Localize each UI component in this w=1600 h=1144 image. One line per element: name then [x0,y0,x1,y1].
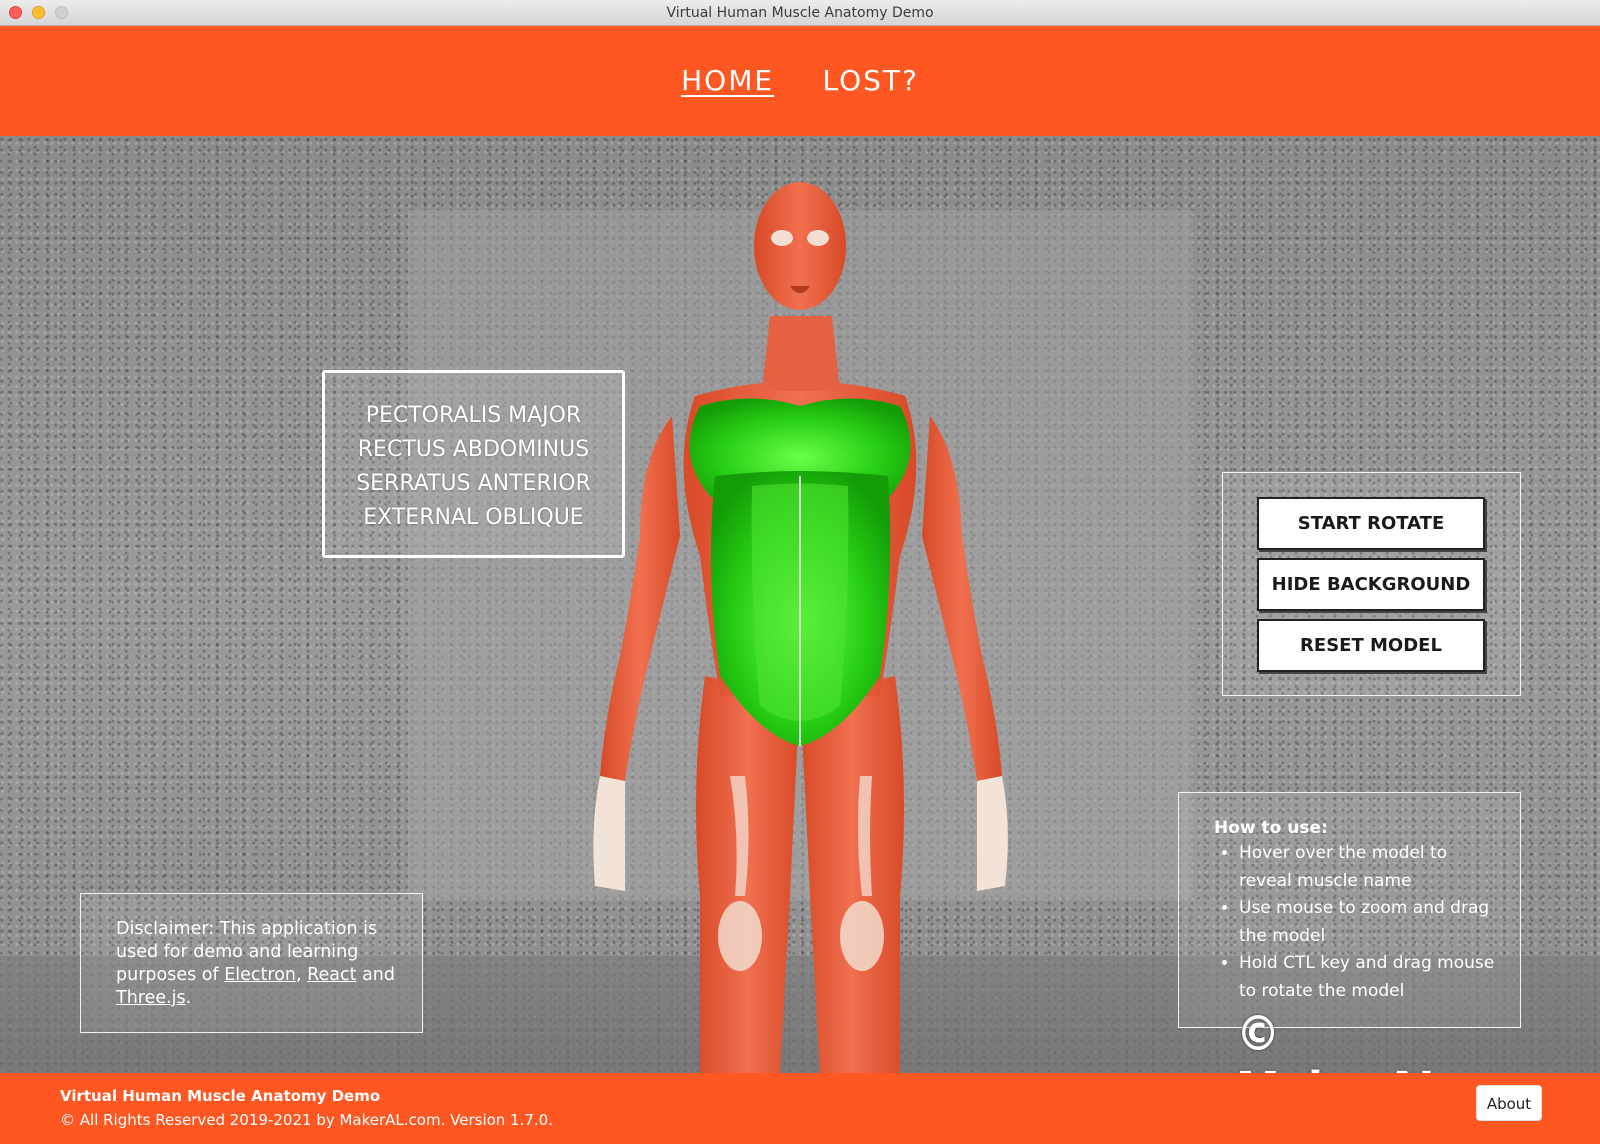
threejs-link[interactable]: Three.js [116,988,186,1008]
how-to-use-title: How to use: [1214,818,1328,838]
controls-panel: START ROTATE HIDE BACKGROUND RESET MODEL [1222,472,1521,696]
hide-background-button[interactable]: HIDE BACKGROUND [1257,558,1485,611]
reset-model-button[interactable]: RESET MODEL [1257,619,1485,672]
react-link[interactable]: React [307,965,356,985]
footer-copyright: © All Rights Reserved 2019-2021 by Maker… [60,1111,553,1129]
muscle-name: SERRATUS ANTERIOR [356,471,591,496]
watermark: © MakerAL.com [1236,1006,1562,1073]
footer-title: Virtual Human Muscle Anatomy Demo [60,1087,381,1105]
muscle-name: PECTORALIS MAJOR [365,403,582,428]
disclaimer-period: . [185,988,192,1008]
footer: Virtual Human Muscle Anatomy Demo © All … [0,1073,1600,1144]
muscle-name: EXTERNAL OBLIQUE [363,505,584,530]
list-item: Hover over the model to reveal muscle na… [1239,840,1500,895]
how-to-use-panel: How to use: Hover over the model to reve… [1178,792,1521,1028]
header-nav: HOME LOST? [0,26,1600,136]
head [754,182,846,391]
disclaimer-separator: and [356,965,395,985]
muscle-name: RECTUS ABDOMINUS [357,437,590,462]
title-bar: Virtual Human Muscle Anatomy Demo [0,0,1600,26]
nav-home-link[interactable]: HOME [681,64,774,97]
window-title: Virtual Human Muscle Anatomy Demo [666,5,934,21]
3d-viewport[interactable]: PECTORALIS MAJOR RECTUS ABDOMINUS SERRAT… [0,136,1600,1073]
nav-lost-link[interactable]: LOST? [823,64,919,97]
list-item: Use mouse to zoom and drag the model [1239,895,1500,950]
electron-link[interactable]: Electron [224,965,296,985]
disclaimer-separator: , [296,965,308,985]
hovered-muscle-panel: PECTORALIS MAJOR RECTUS ABDOMINUS SERRAT… [322,370,625,558]
about-button[interactable]: About [1476,1085,1542,1121]
start-rotate-button[interactable]: START ROTATE [1257,497,1485,550]
list-item: Hold CTL key and drag mouse to rotate th… [1239,950,1500,1005]
nav-links: HOME LOST? [0,64,1600,97]
app-window: Virtual Human Muscle Anatomy Demo HOME L… [0,0,1600,1144]
disclaimer-panel: Disclaimer: This application is used for… [80,893,423,1033]
